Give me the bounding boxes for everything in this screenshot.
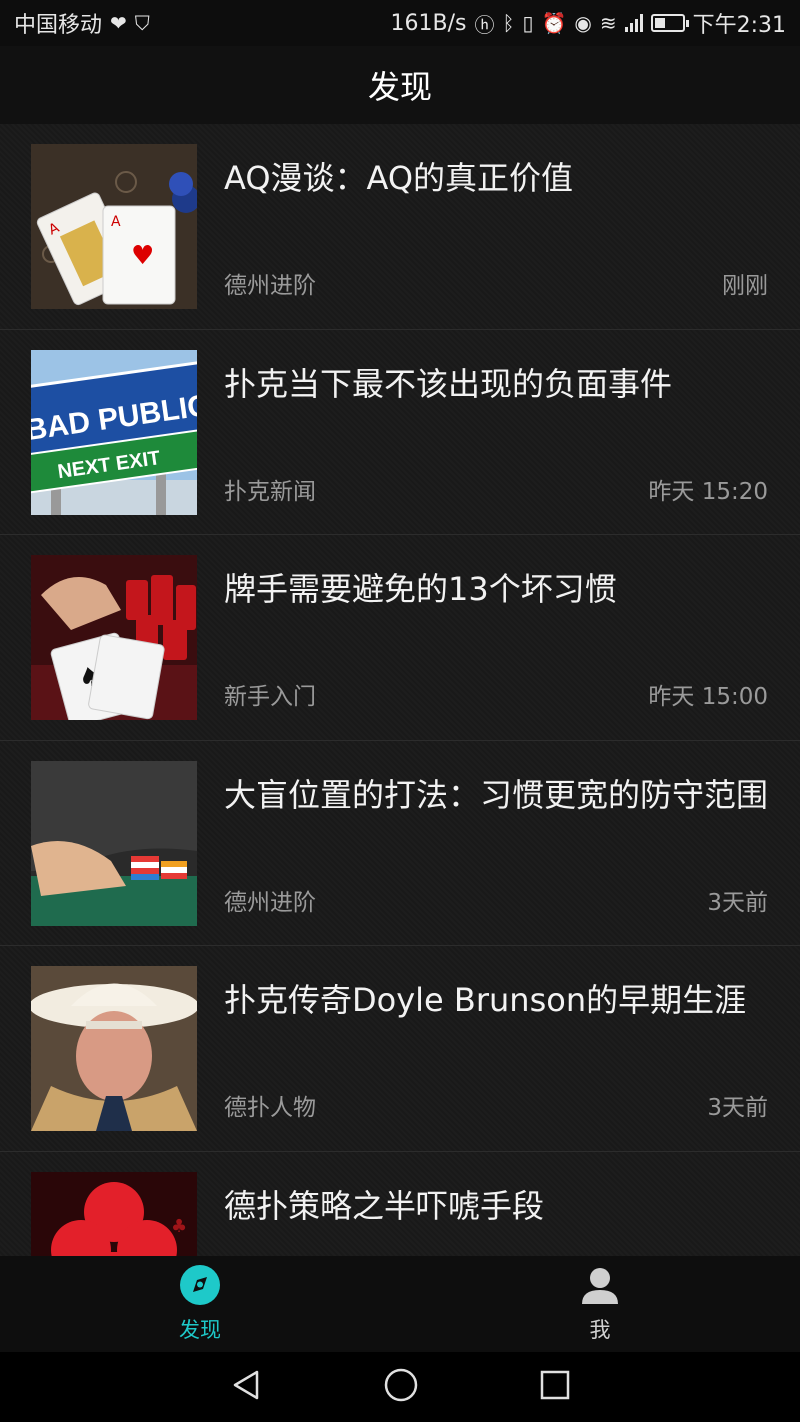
article-time: 3天前 — [707, 889, 768, 916]
compass-icon — [179, 1264, 221, 1310]
article-title: 大盲位置的打法：习惯更宽的防守范围 — [224, 775, 769, 814]
recents-icon[interactable] — [539, 1369, 571, 1405]
alarm-icon: ⏰ — [541, 11, 567, 35]
article-title: 扑克当下最不该出现的负面事件 — [224, 364, 673, 403]
cowboy-portrait-image — [31, 966, 197, 1131]
list-item[interactable]: BAD PUBLICITY NEXT EXIT 扑克当下最不该出现的负面事件 扑… — [0, 330, 800, 535]
list-item[interactable]: 大盲位置的打法：习惯更宽的防守范围 德州进阶 3天前 — [0, 741, 800, 946]
poker-table-chips-image — [31, 760, 197, 926]
svg-text:A: A — [111, 214, 121, 230]
list-item[interactable]: A A ♥ AQ漫谈：AQ的真正价值 德州进阶 刚刚 — [0, 124, 800, 330]
wifi-icon: ≋ — [599, 11, 617, 35]
svg-text:♣: ♣ — [171, 1216, 187, 1237]
tab-me[interactable]: 我 — [400, 1256, 800, 1352]
header: 发现 — [0, 46, 800, 124]
hand-cards-chips-image: ♠ — [31, 555, 197, 720]
bad-publicity-sign-image: BAD PUBLICITY NEXT EXIT — [31, 349, 197, 515]
article-time: 昨天 15:00 — [648, 684, 768, 710]
list-item[interactable]: 扑克传奇Doyle Brunson的早期生涯 德扑人物 3天前 — [0, 946, 800, 1152]
article-time: 刚刚 — [722, 273, 768, 299]
list-item[interactable]: ♣ ♣ 德扑策略之半吓唬手段 — [0, 1152, 800, 1256]
shield-icon: ⛉ — [134, 11, 150, 35]
home-icon[interactable] — [383, 1367, 419, 1407]
list-item[interactable]: ♠ 牌手需要避免的13个坏习惯 新手入门 昨天 15:00 — [0, 535, 800, 741]
carrier-label: 中国移动 — [14, 13, 103, 38]
red-club-suit-image: ♣ ♣ — [31, 1171, 197, 1256]
heart-icon: ❤ — [110, 11, 127, 35]
article-title: 德扑策略之半吓唬手段 — [224, 1186, 545, 1225]
svg-text:♥: ♥ — [131, 241, 154, 271]
article-time: 3天前 — [707, 1095, 768, 1121]
tab-label: 我 — [589, 1318, 611, 1342]
eye-icon: ◉ — [574, 11, 592, 35]
system-nav-bar — [0, 1352, 800, 1422]
article-title: 牌手需要避免的13个坏习惯 — [224, 570, 617, 608]
net-speed: 161B/s — [390, 10, 467, 36]
hd-icon: ⓗ — [474, 12, 495, 37]
article-category: 德扑人物 — [224, 1095, 316, 1121]
article-category: 扑克新闻 — [224, 478, 316, 505]
clock: 下午2:31 — [692, 13, 786, 38]
battery-icon — [650, 14, 689, 32]
article-category: 新手入门 — [224, 684, 316, 710]
article-category: 德州进阶 — [224, 273, 316, 299]
article-list[interactable]: A A ♥ AQ漫谈：AQ的真正价值 德州进阶 刚刚 BAD PUBLICITY… — [0, 124, 800, 1256]
bottom-tab-bar: 发现 我 — [0, 1256, 800, 1352]
back-icon[interactable] — [229, 1368, 263, 1406]
article-title: AQ漫谈：AQ的真正价值 — [224, 159, 574, 197]
tab-label: 发现 — [179, 1318, 221, 1342]
4g-signal-icon — [624, 14, 643, 32]
status-bar: 中国移动 ❤ ⛉ 161B/s ⓗ ᛒ ▯ ⏰ ◉ ≋ 下午2:31 — [0, 0, 800, 46]
article-title: 扑克传奇Doyle Brunson的早期生涯 — [224, 981, 747, 1019]
article-time: 昨天 15:20 — [648, 478, 768, 505]
tab-discover[interactable]: 发现 — [0, 1256, 400, 1352]
article-category: 德州进阶 — [224, 889, 316, 916]
page-title: 发现 — [367, 68, 432, 106]
bluetooth-icon: ᛒ — [502, 11, 515, 35]
user-icon — [579, 1264, 621, 1310]
playing-cards-image: A A ♥ — [31, 144, 197, 309]
vibrate-icon: ▯ — [522, 11, 534, 35]
